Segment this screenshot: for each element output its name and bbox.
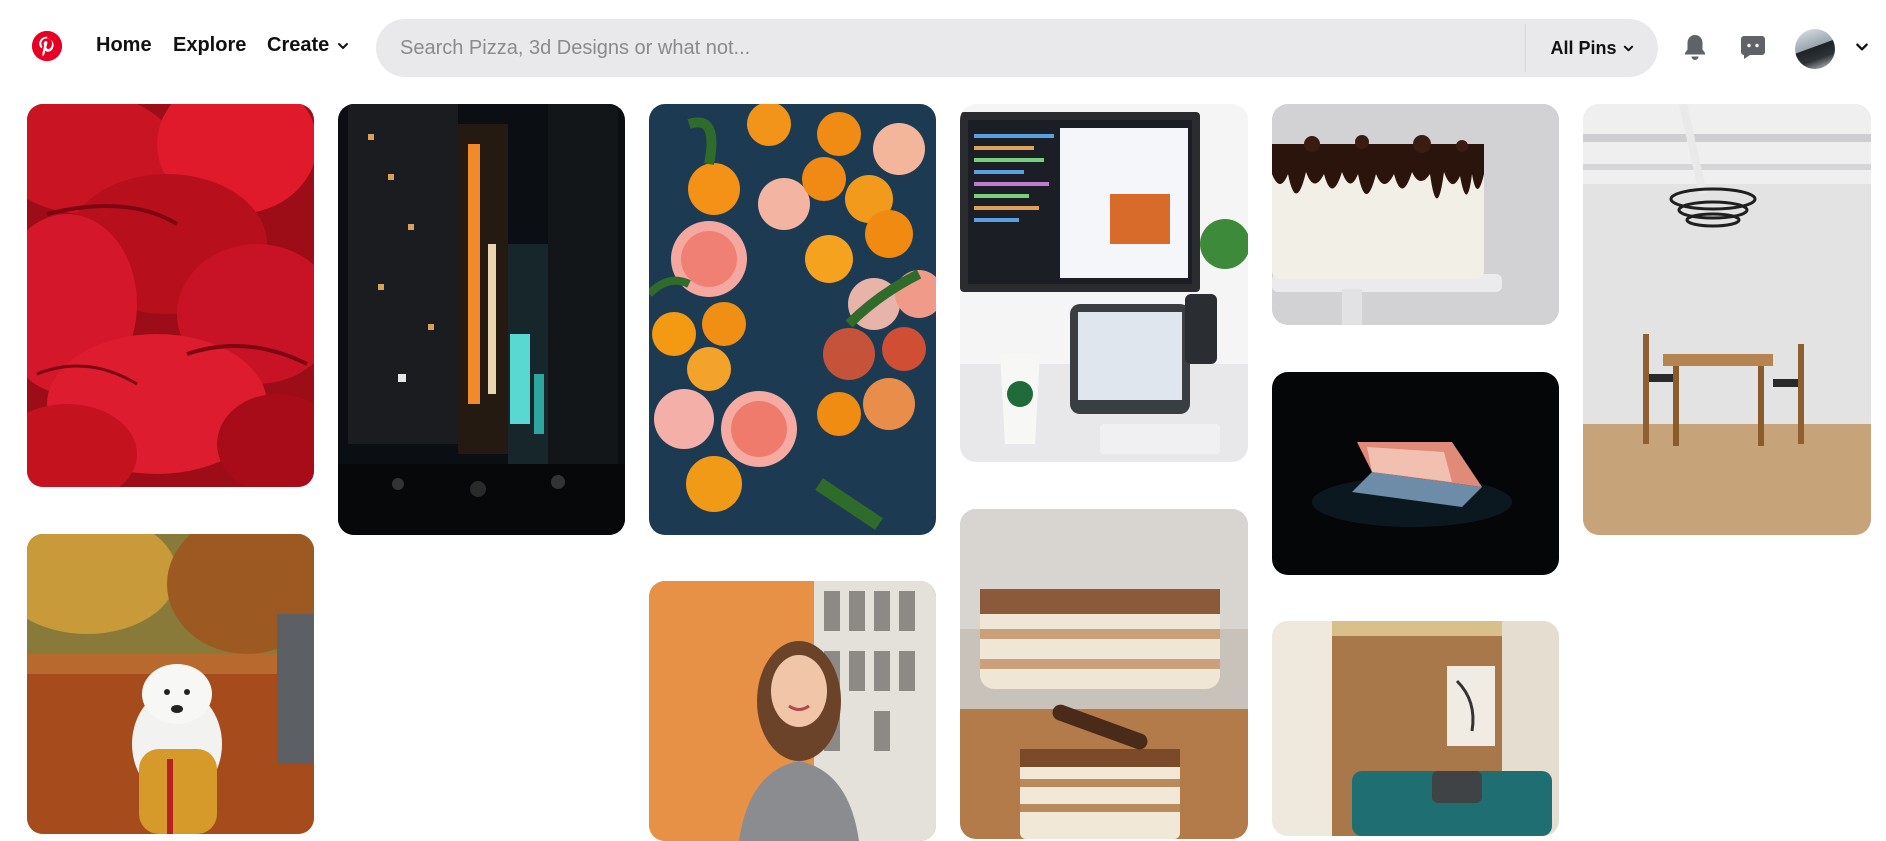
- pin-image-desk-setup[interactable]: [960, 104, 1248, 462]
- pin-image-living-room[interactable]: [1272, 621, 1559, 836]
- pin-image-dining-room[interactable]: [1583, 104, 1871, 535]
- all-pins-filter-dropdown[interactable]: All Pins: [1526, 19, 1658, 77]
- avatar[interactable]: [1795, 29, 1835, 69]
- pinterest-logo-icon[interactable]: [32, 31, 62, 61]
- nav-create-link[interactable]: Create: [267, 34, 329, 57]
- pin-image-smiling-woman[interactable]: [649, 581, 936, 841]
- pin-image-laptop-dark[interactable]: [1272, 372, 1559, 575]
- pin-image-tiramisu-cake[interactable]: [960, 509, 1248, 839]
- pin-image-drip-cake[interactable]: [1272, 104, 1559, 325]
- pin-image-samoyed-dog[interactable]: [27, 534, 314, 834]
- chevron-down-icon[interactable]: [337, 39, 349, 51]
- search-bar: All Pins: [376, 19, 1658, 77]
- chevron-down-icon: [1623, 38, 1634, 59]
- pin-image-rose-petals[interactable]: [27, 104, 314, 487]
- search-input[interactable]: [376, 19, 1526, 77]
- pin-image-city-night[interactable]: [338, 104, 625, 535]
- chevron-down-icon[interactable]: [1855, 40, 1869, 54]
- nav-home-link[interactable]: Home: [96, 34, 152, 57]
- all-pins-label: All Pins: [1550, 37, 1617, 58]
- top-navigation-bar: Home Explore Create All Pins: [0, 0, 1886, 92]
- chat-icon[interactable]: [1738, 32, 1768, 62]
- nav-explore-link[interactable]: Explore: [173, 34, 246, 57]
- bell-icon[interactable]: [1680, 32, 1710, 62]
- pin-image-citrus-fruits[interactable]: [649, 104, 936, 535]
